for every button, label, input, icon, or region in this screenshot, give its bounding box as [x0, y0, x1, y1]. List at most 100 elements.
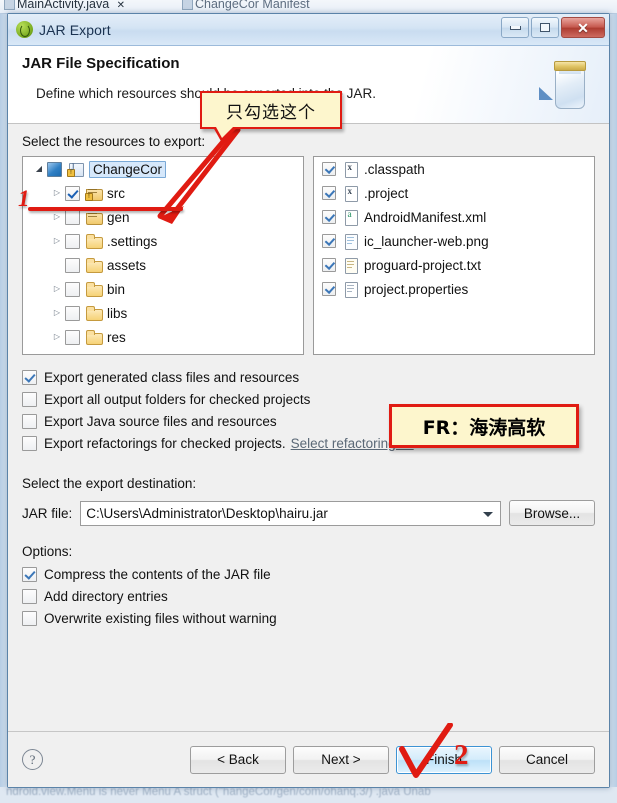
- tree-checkbox[interactable]: [65, 209, 80, 225]
- tree-row[interactable]: ▷ bin: [23, 277, 303, 301]
- jar-option-label: Add directory entries: [44, 588, 168, 604]
- editor-tab-label: ChangeCor Manifest: [195, 0, 310, 11]
- folder-icon: [85, 281, 103, 297]
- jar-option-row[interactable]: Overwrite existing files without warning: [22, 607, 595, 629]
- annotation-callout: 只勾选这个: [200, 91, 342, 129]
- editor-tab-manifest[interactable]: ChangeCor Manifest: [182, 0, 310, 11]
- jar-option-checkbox[interactable]: [22, 610, 37, 626]
- tree-row[interactable]: assets: [23, 253, 303, 277]
- tree-checkbox[interactable]: [65, 305, 80, 321]
- expand-arrow-icon[interactable]: ▷: [49, 309, 65, 317]
- annotation-watermark: FR：海涛高软: [389, 404, 579, 448]
- tree-row-label: bin: [107, 281, 126, 297]
- jar-file-row: JAR file: C:\Users\Administrator\Desktop…: [22, 500, 595, 526]
- tree-row[interactable]: ▷ res: [23, 325, 303, 349]
- file-list-item[interactable]: project.properties: [314, 277, 594, 301]
- file-list-label: ic_launcher-web.png: [364, 233, 489, 249]
- tree-checkbox[interactable]: [65, 257, 80, 273]
- close-icon[interactable]: ✕: [117, 0, 125, 11]
- export-option-label: Export generated class files and resourc…: [44, 369, 300, 385]
- file-list-label: project.properties: [364, 281, 469, 297]
- tree-checkbox[interactable]: [65, 185, 80, 201]
- next-button[interactable]: Next >: [293, 745, 389, 774]
- tree-checkbox[interactable]: [47, 161, 62, 177]
- jar-option-row[interactable]: Compress the contents of the JAR file: [22, 563, 595, 585]
- tree-row-label: libs: [107, 305, 128, 321]
- file-checkbox[interactable]: [322, 234, 336, 248]
- jar-file-value: C:\Users\Administrator\Desktop\hairu.jar: [86, 505, 328, 521]
- folder-icon: [85, 257, 103, 273]
- close-button[interactable]: ✕: [561, 17, 605, 38]
- expand-arrow-icon[interactable]: ▷: [49, 189, 65, 197]
- tree-row-label: .settings: [107, 233, 158, 249]
- chevron-down-icon[interactable]: [483, 511, 493, 517]
- folder-icon: [85, 305, 103, 321]
- screen: MainActivity.java ✕ ChangeCor Manifest n…: [0, 0, 617, 803]
- package-folder-icon: [85, 209, 103, 225]
- minimize-button[interactable]: [501, 17, 529, 38]
- file-checkbox[interactable]: [322, 282, 336, 296]
- tree-checkbox[interactable]: [65, 281, 80, 297]
- export-option-checkbox[interactable]: [22, 413, 37, 429]
- maximize-button[interactable]: [531, 17, 559, 38]
- export-option-label: Export all output folders for checked pr…: [44, 391, 311, 407]
- export-option-checkbox[interactable]: [22, 435, 37, 451]
- page-title: JAR File Specification: [22, 55, 180, 72]
- file-list-label: .project: [364, 185, 409, 201]
- jar-option-label: Compress the contents of the JAR file: [44, 566, 271, 582]
- dialog-footer: ? < Back Next > Finish Cancel: [8, 731, 609, 787]
- expand-arrow-icon[interactable]: ▷: [49, 213, 65, 221]
- expand-arrow-icon[interactable]: ▷: [49, 333, 65, 341]
- jar-export-icon: [16, 21, 33, 38]
- jar-file-input[interactable]: C:\Users\Administrator\Desktop\hairu.jar: [80, 500, 501, 526]
- editor-tab-mainactivity[interactable]: MainActivity.java ✕: [4, 0, 125, 11]
- destination-label: Select the export destination:: [22, 476, 197, 491]
- dialog-titlebar[interactable]: JAR Export ✕: [8, 14, 609, 46]
- expand-arrow-icon[interactable]: ◢: [31, 165, 47, 173]
- file-list-label: .classpath: [364, 161, 425, 177]
- tree-row[interactable]: ▷ libs: [23, 301, 303, 325]
- jar-option-row[interactable]: Add directory entries: [22, 585, 595, 607]
- package-folder-icon: !: [85, 185, 103, 201]
- maximize-icon: [540, 23, 550, 32]
- java-file-icon: [4, 0, 15, 10]
- tree-row-label: src: [107, 185, 125, 201]
- warning-badge-icon: !: [85, 193, 93, 201]
- help-icon[interactable]: ?: [22, 749, 43, 770]
- expand-arrow-icon[interactable]: ▷: [49, 237, 65, 245]
- expand-arrow-icon[interactable]: ▷: [49, 285, 65, 293]
- file-checkbox[interactable]: [322, 258, 336, 272]
- editor-tab-label: MainActivity.java: [17, 0, 110, 11]
- options-list: Compress the contents of the JAR file Add…: [22, 563, 595, 629]
- export-option-checkbox[interactable]: [22, 391, 37, 407]
- editor-status-text: ndroid.view.Menu is never Menu A struct …: [6, 787, 431, 798]
- options-label: Options:: [22, 544, 73, 559]
- cancel-button[interactable]: Cancel: [499, 745, 595, 774]
- jar-option-checkbox[interactable]: [22, 588, 37, 604]
- export-option-checkbox[interactable]: [22, 369, 37, 385]
- file-list-item[interactable]: ic_launcher-web.png: [314, 229, 594, 253]
- annotation-check-finish: [399, 723, 453, 778]
- export-destination-group: Select the export destination: JAR file:…: [22, 476, 595, 526]
- back-button[interactable]: < Back: [190, 745, 286, 774]
- java-project-icon: !: [67, 161, 85, 177]
- annotation-arrow-to-src: [157, 121, 241, 224]
- export-option-label: Export refactorings for checked projects…: [44, 435, 286, 451]
- browse-button[interactable]: Browse...: [509, 500, 595, 526]
- export-option-row[interactable]: Export generated class files and resourc…: [22, 366, 595, 388]
- tree-checkbox[interactable]: [65, 329, 80, 345]
- annotation-step-2: 2: [454, 739, 469, 771]
- annotation-callout-tail: [213, 127, 238, 143]
- jar-option-checkbox[interactable]: [22, 566, 37, 582]
- txt-file-icon: [342, 257, 360, 274]
- dialog-title: JAR Export: [39, 21, 111, 38]
- background-right-edge: [609, 14, 617, 787]
- folder-icon: [85, 233, 103, 249]
- export-arrow-icon: [539, 87, 553, 100]
- tree-checkbox[interactable]: [65, 233, 80, 249]
- properties-file-icon: [342, 281, 360, 298]
- tree-row[interactable]: ▷ .settings: [23, 229, 303, 253]
- file-list-item[interactable]: proguard-project.txt: [314, 253, 594, 277]
- editor-tab-strip: MainActivity.java ✕ ChangeCor Manifest: [0, 0, 617, 14]
- jar-body-shape: [555, 69, 585, 109]
